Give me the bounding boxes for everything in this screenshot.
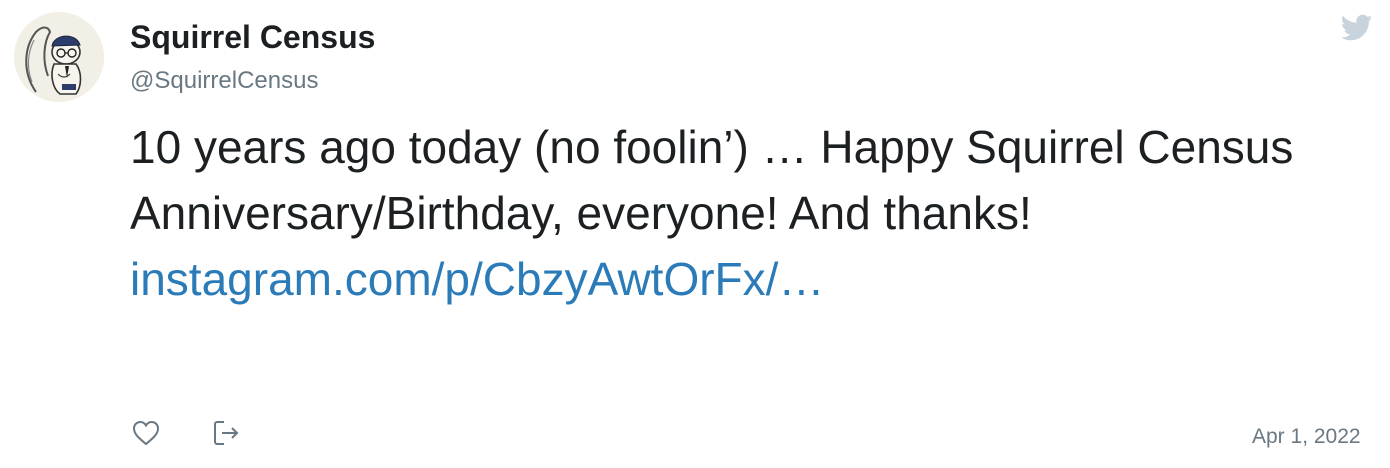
share-icon <box>214 421 239 445</box>
heart-icon <box>132 420 160 446</box>
tweet-date[interactable]: Apr 1, 2022 <box>1252 424 1361 450</box>
tweet-text: 10 years ago today (no foolin’) … Happy … <box>130 114 1330 312</box>
tweet-link[interactable]: instagram.com/p/CbzyAwtOrFx/… <box>130 253 824 305</box>
squirrel-sketch-icon <box>14 12 104 102</box>
twitter-bird-icon[interactable] <box>1340 14 1373 42</box>
like-button[interactable] <box>130 417 162 449</box>
handle[interactable]: @SquirrelCensus <box>130 66 318 96</box>
tweet-body: 10 years ago today (no foolin’) … Happy … <box>130 121 1294 239</box>
tweet-card: Squirrel Census @SquirrelCensus 10 years… <box>0 0 1390 468</box>
avatar[interactable] <box>14 12 104 102</box>
display-name[interactable]: Squirrel Census <box>130 18 375 56</box>
share-button[interactable] <box>210 417 242 449</box>
